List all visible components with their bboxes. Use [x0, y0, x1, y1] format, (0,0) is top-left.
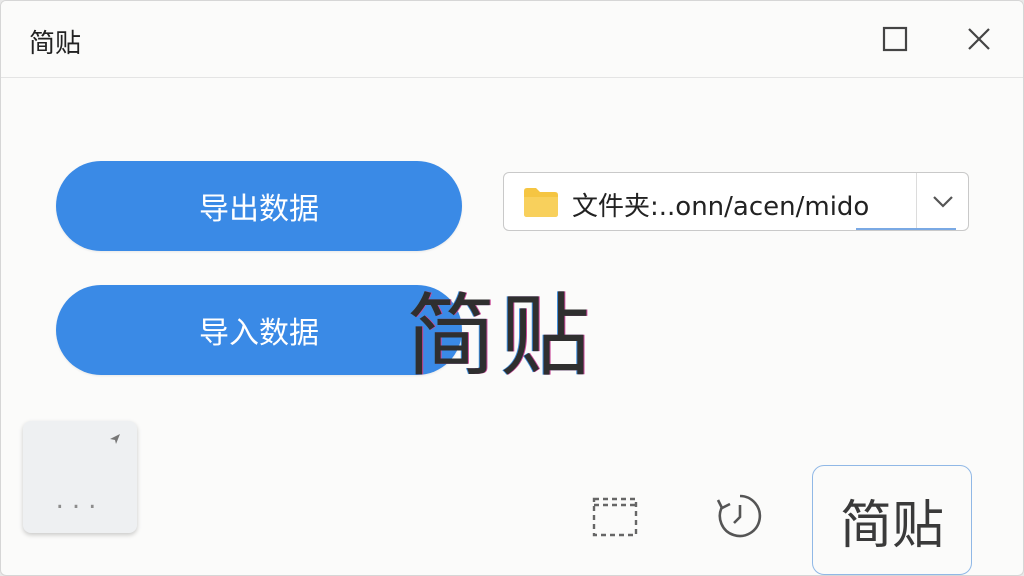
maximize-icon — [882, 26, 908, 52]
path-dropdown-toggle[interactable] — [916, 173, 968, 230]
title-bar: 简贴 — [1, 1, 1023, 78]
chevron-down-icon — [933, 195, 953, 208]
folder-icon — [524, 188, 558, 217]
select-area-button[interactable] — [588, 489, 642, 543]
import-data-button[interactable]: 导入数据 — [56, 285, 462, 375]
pin-icon — [110, 434, 120, 444]
export-data-button[interactable]: 导出数据 — [56, 161, 462, 251]
maximize-button[interactable] — [875, 19, 915, 59]
app-window: 简贴 导出数据 导入数据 文件夹:..onn/acen/mido 简贴 ... … — [0, 0, 1024, 576]
close-button[interactable] — [959, 19, 999, 59]
select-focus-accent — [856, 228, 956, 230]
history-icon — [716, 494, 762, 538]
folder-path-select[interactable]: 文件夹:..onn/acen/mido — [503, 172, 969, 231]
history-button[interactable] — [713, 489, 767, 543]
dashed-select-icon — [592, 497, 638, 537]
more-dots: ... — [55, 485, 105, 515]
more-options-card[interactable]: ... — [23, 421, 137, 533]
window-title: 简贴 — [29, 29, 82, 59]
brand-watermark: 简贴 — [406, 284, 594, 389]
folder-path-value: 文件夹:..onn/acen/mido — [572, 192, 870, 222]
brand-button[interactable]: 简贴 — [812, 465, 972, 575]
close-icon — [968, 28, 990, 50]
